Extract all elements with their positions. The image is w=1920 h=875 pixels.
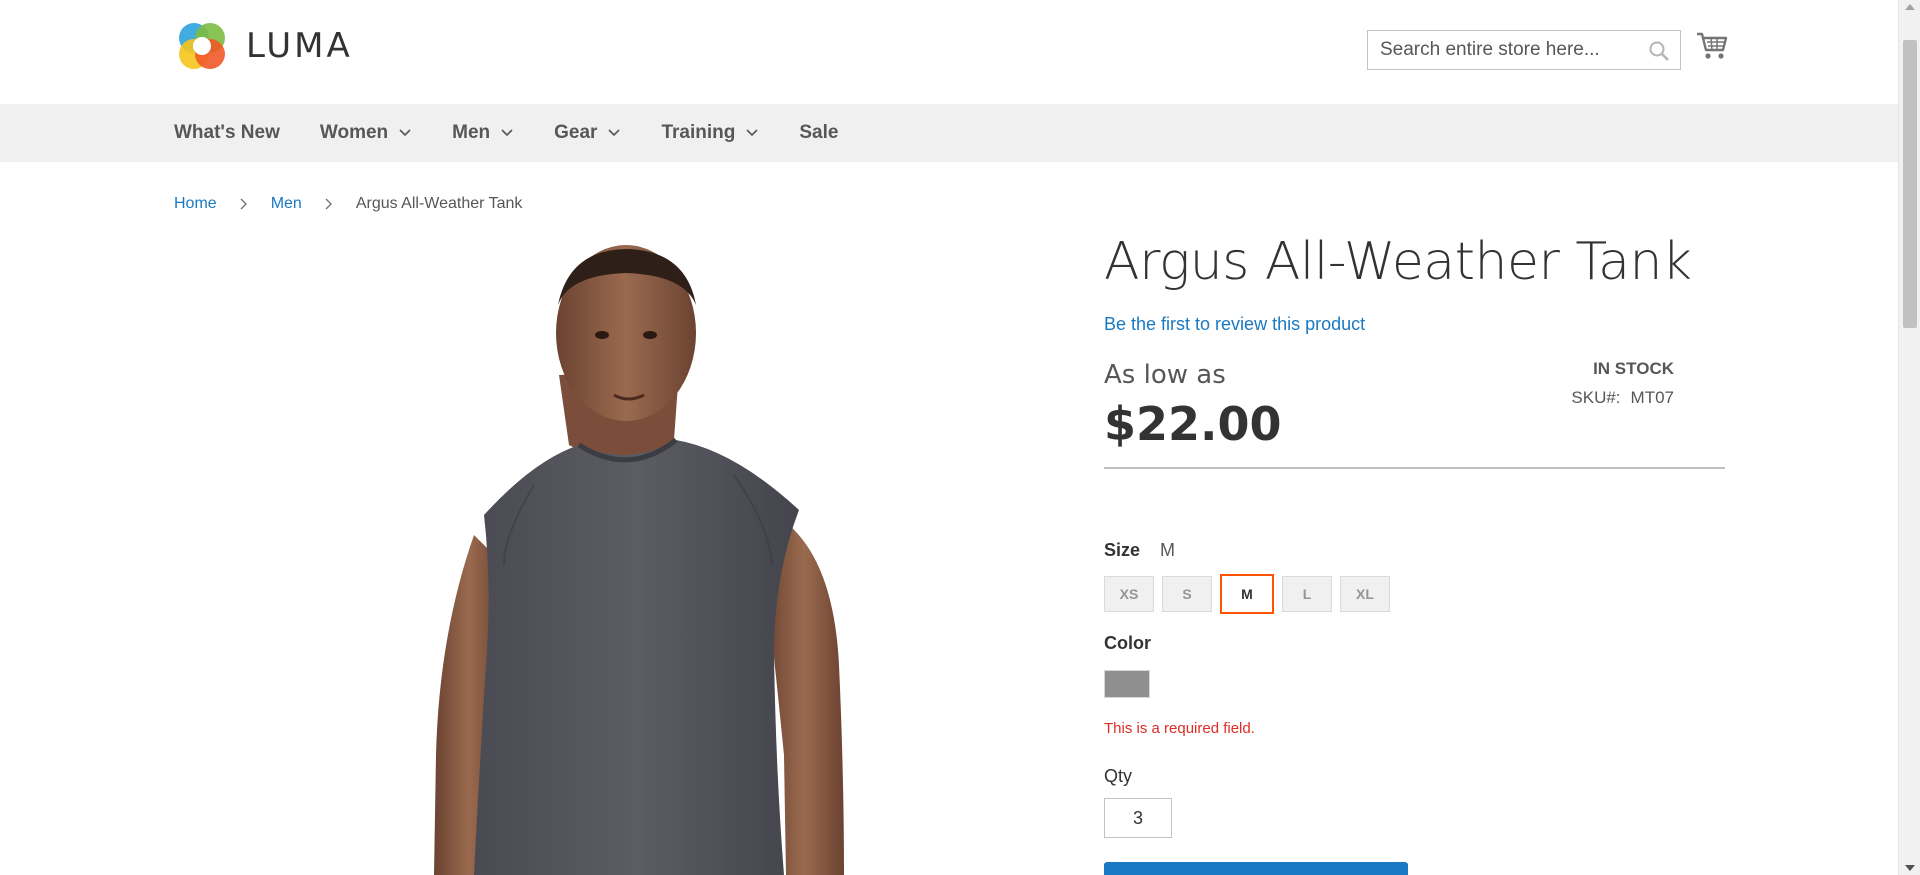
- chevron-down-icon: [608, 129, 621, 137]
- nav-item-label: What's New: [174, 122, 280, 143]
- scroll-thumb[interactable]: [1903, 40, 1917, 328]
- nav-item-women[interactable]: Women: [320, 122, 412, 144]
- color-swatch-gray[interactable]: [1104, 670, 1150, 698]
- size-swatch-s[interactable]: S: [1162, 576, 1212, 612]
- divider: [1104, 467, 1725, 469]
- store-logo[interactable]: LUMA: [174, 18, 353, 74]
- product-image[interactable]: [174, 235, 1054, 875]
- chevron-down-icon: [399, 129, 411, 137]
- sku-info: SKU#: MT07: [1571, 388, 1674, 408]
- scroll-up-arrow-icon[interactable]: [1905, 4, 1915, 10]
- price-prefix: As low as: [1104, 360, 1226, 390]
- size-swatches: XS S M L XL: [1104, 574, 1398, 614]
- nav-item-label: Men: [452, 122, 491, 143]
- nav-item-label: Sale: [799, 122, 839, 143]
- nav-item-gear[interactable]: Gear: [554, 122, 621, 144]
- logo-text: LUMA: [246, 26, 353, 66]
- size-selected-value: M: [1160, 540, 1175, 560]
- required-field-error: This is a required field.: [1104, 720, 1255, 737]
- chevron-right-icon: [240, 198, 247, 210]
- scrollbar[interactable]: [1898, 0, 1920, 875]
- size-swatch-xs[interactable]: XS: [1104, 576, 1154, 612]
- nav-item-training[interactable]: Training: [661, 122, 759, 144]
- nav-item-sale[interactable]: Sale: [799, 122, 838, 144]
- breadcrumb-current: Argus All-Weather Tank: [355, 195, 523, 212]
- add-to-cart-button[interactable]: [1104, 862, 1408, 875]
- size-swatch-l[interactable]: L: [1282, 576, 1332, 612]
- nav-item-whats-new[interactable]: What's New: [174, 122, 280, 144]
- breadcrumb-home[interactable]: Home: [174, 195, 217, 213]
- breadcrumb: Home Men Argus All-Weather Tank: [174, 195, 522, 213]
- nav-item-label: Training: [661, 122, 736, 143]
- page-header: LUMA: [0, 0, 1898, 104]
- sku-value: MT07: [1630, 388, 1674, 407]
- product-title: Argus All-Weather Tank: [1104, 232, 1692, 292]
- nav-item-label: Gear: [554, 122, 598, 143]
- cart-icon[interactable]: [1695, 30, 1729, 62]
- size-swatch-m[interactable]: M: [1220, 574, 1274, 614]
- chevron-down-icon: [501, 129, 513, 137]
- sku-label: SKU#:: [1571, 388, 1621, 407]
- review-link[interactable]: Be the first to review this product: [1104, 314, 1365, 335]
- luma-logo-icon: [179, 23, 225, 69]
- scroll-down-arrow-icon[interactable]: [1905, 865, 1915, 871]
- chevron-down-icon: [746, 129, 758, 137]
- product-price: $22.00: [1104, 397, 1282, 451]
- color-label: Color: [1104, 633, 1151, 653]
- qty-input[interactable]: [1104, 798, 1172, 838]
- nav-item-label: Women: [319, 122, 389, 143]
- search-box[interactable]: [1367, 30, 1681, 70]
- qty-label: Qty: [1104, 766, 1133, 786]
- search-input[interactable]: [1368, 31, 1680, 69]
- search-icon[interactable]: [1648, 40, 1670, 62]
- nav-menu: What's New Women Men Gear Training Sale: [174, 104, 878, 162]
- size-swatch-xl[interactable]: XL: [1340, 576, 1390, 612]
- breadcrumb-men[interactable]: Men: [271, 195, 302, 213]
- size-label: Size: [1104, 540, 1141, 560]
- stock-status: IN STOCK: [1593, 359, 1674, 378]
- main-navigation: What's New Women Men Gear Training Sale: [0, 104, 1898, 162]
- nav-item-men[interactable]: Men: [452, 122, 514, 144]
- chevron-right-icon: [325, 198, 332, 210]
